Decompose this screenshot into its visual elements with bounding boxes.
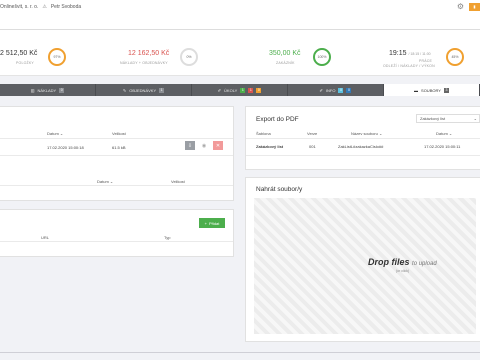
export-col-date[interactable]: Datum ⌄ [436,131,452,136]
stat-work-time: 19:15 [389,50,407,57]
tab-costs-badge: 0 [59,87,65,93]
delete-button[interactable]: ✕ [213,141,223,150]
export-row-filename: ZakListL#zakazkaCislo## [338,144,384,149]
dropzone-text-rest: to upload [412,261,437,267]
dropzone-subtext: (or click) [396,269,410,273]
pencil-icon: ✐ [217,87,222,93]
export-col-version[interactable]: Verze [307,131,317,136]
stats-row: 2 512,50 Kč POLOŽKY 97% 12 162,50 Kč NÁK… [0,30,480,76]
view-button[interactable]: ◉ [199,141,209,150]
stat-customer-gauge-value: 100% [317,55,327,59]
divider [0,185,233,186]
files2-col-size[interactable]: Velikost [171,179,185,184]
links-col-type[interactable]: Typ [164,235,170,240]
tab-files-badge: 3 [443,87,449,93]
stat-work-sublabel: ODLEŽÍ / NÁKLADY / VÝKON [383,64,435,68]
stat-items-gauge: 97% [48,48,66,66]
tab-costs[interactable]: ▥ NÁKLADY 0 [0,84,96,96]
stat-items-value: 2 512,50 Kč [0,50,38,57]
tab-tasks-badge-done: 1 [240,87,246,93]
download-button[interactable]: ⇩ [185,141,195,150]
tab-orders-label: OBJEDNÁVKY [129,87,157,93]
tab-info[interactable]: ✐ INFO 0 0 [288,84,384,96]
export-panel: Export do PDF Zakázkový list ⌄ Šablona V… [245,106,480,170]
tab-costs-label: NÁKLADY [37,87,57,93]
divider [246,155,480,156]
close-icon: ✕ [215,142,221,149]
user-icon: ⚠ [42,4,47,10]
tab-info-badge-b: 0 [346,87,352,93]
files-col-date[interactable]: Datum ⌄ [47,131,63,136]
files-col-size[interactable]: Velikost [112,131,126,136]
divider [0,155,233,156]
export-col-filename[interactable]: Název souboru ⌄ [351,131,382,136]
company-name[interactable]: Onlinešvit, s. r. o. [0,4,38,10]
tab-tasks-badge-open: 0 [256,87,262,93]
company-info: Onlinešvit, s. r. o. ⚠ Petr Svoboda [0,4,81,10]
add-link-button[interactable]: + Přidat [199,218,225,228]
folder-icon: ▬ [414,87,419,93]
add-link-label: Přidat [208,220,220,226]
links-panel: + Přidat URL Typ [0,209,234,257]
template-select[interactable]: Zakázkový list ⌄ [416,114,480,123]
chart-icon: ▥ [30,87,35,93]
tab-orders-badge: 1 [159,87,165,93]
stat-work-time-suffix: / 18:15 / 11:00 [408,52,431,56]
download-icon: ⇩ [187,142,193,149]
chevron-down-icon: ⌄ [473,116,477,121]
tab-bar: ▥ NÁKLADY 0 ✎ OBJEDNÁVKY 1 ✐ ÚKOLY 1 1 0… [0,84,480,96]
template-select-value: Zakázkový list [420,116,446,121]
edit-icon: ✎ [122,87,127,93]
gear-icon[interactable]: ⚙ [457,3,464,11]
user-name[interactable]: Petr Svoboda [51,4,81,10]
stat-work-label: PRÁCE [419,59,433,63]
plus-icon: + [204,220,207,226]
tab-info-badge-a: 0 [338,87,344,93]
stat-customer-label: ZAKÁZNÍK [276,61,295,65]
export-row-date: 17.02.2020 15:00:11 [424,144,461,149]
stat-items-label: POLOŽKY [16,61,34,65]
divider [246,138,480,139]
tab-files-label: SOUBORY [421,87,441,93]
dropzone-text: Drop files to upload [368,257,437,267]
stat-costs-value: 12 162,50 Kč [128,50,170,57]
export-col-template[interactable]: Šablona [256,131,271,136]
eye-icon: ◉ [201,142,207,149]
notification-button[interactable]: ▮ [469,3,480,11]
top-icons: ⚙ ▮ [457,3,480,11]
file-row-size: 61.5 kB [112,145,126,150]
tab-files[interactable]: ▬ SOUBORY 3 [384,84,480,96]
files2-col-date[interactable]: Datum ⌄ [97,179,113,184]
tab-tasks-label: ÚKOLY [224,87,238,93]
stat-work-value: 19:15 / 18:15 / 11:00 [389,50,431,57]
links-col-url[interactable]: URL [41,235,49,240]
tab-tasks-badge-late: 1 [248,87,254,93]
stat-customer-gauge: 100% [313,48,331,66]
export-title: Export do PDF [256,116,299,123]
export-row-template[interactable]: Zakázkový list [256,144,283,149]
files-panel: Datum ⌄ Velikost 17.02.2020 15:00:18 61.… [0,106,234,201]
file-row-date: 17.02.2020 15:00:18 [47,145,84,150]
upload-title: Nahrát soubor/y [256,186,303,193]
stat-work-gauge-value: 45% [451,55,459,59]
stat-work-gauge: 45% [446,48,464,66]
stat-items-gauge-value: 97% [53,55,61,59]
dropzone[interactable]: Drop files to upload (or click) [254,198,476,334]
stat-costs-gauge: 0% [180,48,198,66]
tab-orders[interactable]: ✎ OBJEDNÁVKY 1 [96,84,192,96]
pencil-icon: ✐ [319,87,323,93]
stat-customer-value: 350,00 Kč [269,50,301,57]
top-bar: Onlinešvit, s. r. o. ⚠ Petr Svoboda ⚙ ▮ [0,0,480,30]
dropzone-text-bold: Drop files [368,257,410,267]
divider [0,241,233,242]
export-row-version: 001 [309,144,316,149]
stat-costs-gauge-value: 0% [186,55,192,59]
footer-divider [0,352,480,353]
tab-info-label: INFO [325,87,336,93]
tab-tasks[interactable]: ✐ ÚKOLY 1 1 0 [192,84,288,96]
stat-costs-label: NÁKLADY + OBJEDNÁVKY [120,61,168,65]
divider [0,138,233,139]
